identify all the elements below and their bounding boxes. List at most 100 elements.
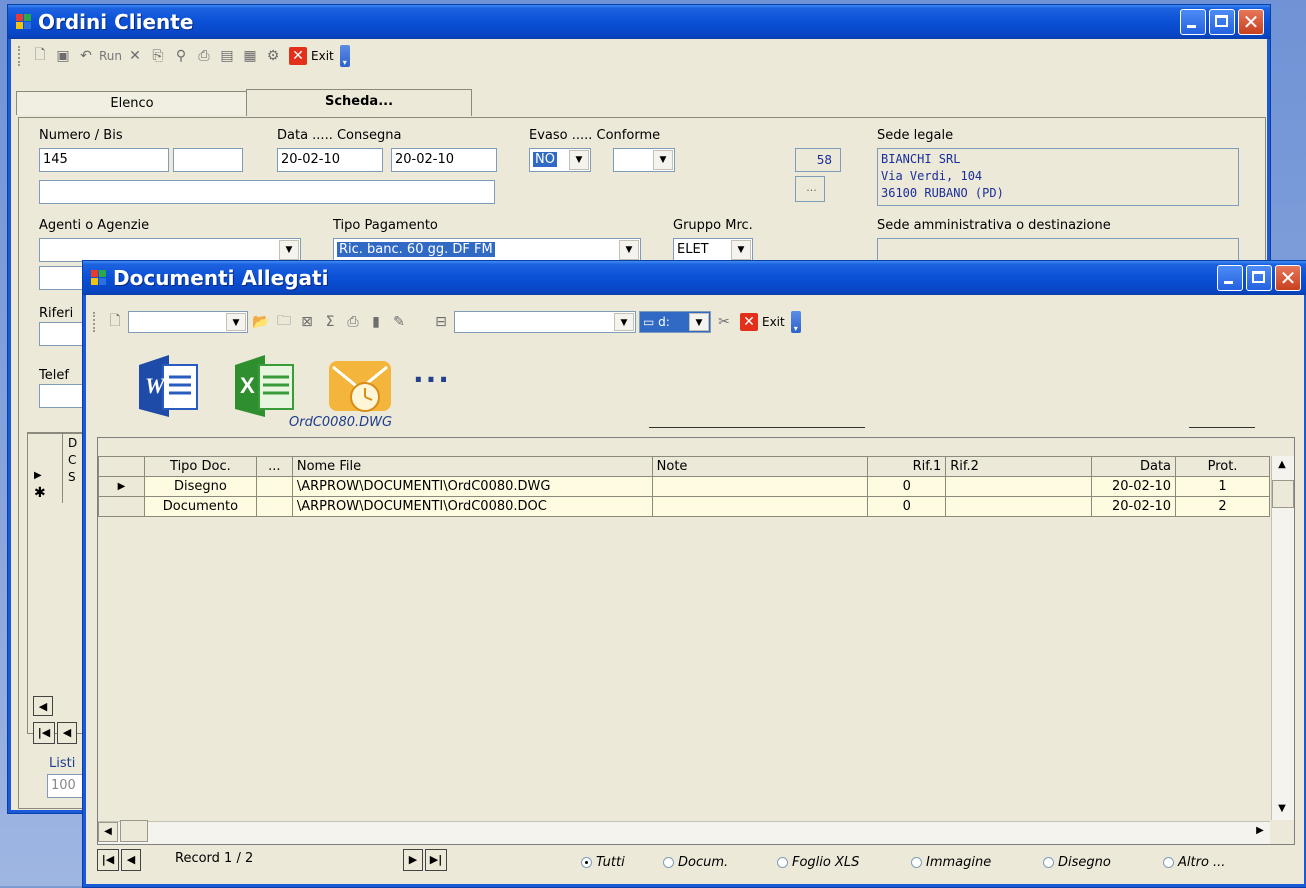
outlook-app-icon[interactable]	[325, 351, 399, 421]
delete-icon[interactable]: ✕	[125, 46, 145, 66]
scroll-right-icon[interactable]: ▶	[1250, 822, 1270, 842]
undo-icon[interactable]: ↶	[76, 46, 96, 66]
filter-docum[interactable]: Docum.	[663, 855, 728, 870]
toolbar-grip[interactable]	[93, 312, 98, 332]
wand-icon[interactable]: ✎	[389, 312, 409, 332]
filter-icon[interactable]: ⊟	[431, 312, 451, 332]
filter-altro[interactable]: Altro ...	[1163, 855, 1225, 870]
cell-rif2[interactable]	[945, 476, 1093, 497]
exit-button[interactable]: ✕ Exit	[737, 313, 788, 331]
last-record-button[interactable]: ▶|	[425, 849, 447, 871]
scroll-thumb[interactable]	[1272, 480, 1294, 508]
cell-tipo[interactable]: Documento	[143, 496, 257, 517]
cell-extra[interactable]	[255, 496, 293, 517]
main-titlebar[interactable]: Ordini Cliente	[8, 5, 1270, 39]
column-header-rif1[interactable]: Rif.1	[867, 456, 947, 477]
side-prev-record-button[interactable]: ◀	[57, 722, 77, 744]
chevron-down-icon[interactable]: ▼	[226, 313, 246, 331]
chevron-down-icon[interactable]: ▼	[569, 150, 589, 170]
next-record-button[interactable]: ▶	[403, 849, 423, 871]
vertical-scrollbar[interactable]: ▲ ▼	[1271, 456, 1294, 820]
save-icon[interactable]: ▣	[53, 46, 73, 66]
filter-foglio-xls[interactable]: Foglio XLS	[777, 855, 859, 870]
path-select[interactable]: ▼	[454, 311, 636, 333]
column-header-tipo[interactable]: Tipo Doc.	[143, 456, 257, 477]
cell-data[interactable]: 20-02-10	[1091, 476, 1177, 497]
tab-elenco[interactable]: Elenco	[16, 91, 248, 115]
cell-prot[interactable]: 2	[1175, 496, 1270, 517]
row-selector[interactable]	[98, 496, 145, 517]
prev-record-button[interactable]: ◀	[121, 849, 141, 871]
column-header-prot[interactable]: Prot.	[1175, 456, 1270, 477]
side-grid-row[interactable]: D	[68, 435, 77, 452]
pagamento-select[interactable]: Ric. banc. 60 gg. DF FM ▼	[333, 238, 641, 262]
cell-note[interactable]	[651, 496, 869, 517]
tools-icon[interactable]: ✂	[714, 312, 734, 332]
cell-prot[interactable]: 1	[1175, 476, 1270, 497]
delete-file-icon[interactable]: ⊠	[297, 312, 317, 332]
chevron-down-icon[interactable]: ▼	[279, 240, 299, 260]
cell-nome-file[interactable]: \ARPROW\DOCUMENTI\OrdC0080.DWG	[291, 476, 653, 497]
scroll-down-icon[interactable]: ▼	[1272, 800, 1292, 820]
new-document-icon[interactable]: 🗋	[105, 312, 125, 332]
table-icon[interactable]: ▦	[240, 46, 260, 66]
cell-data[interactable]: 20-02-10	[1091, 496, 1177, 517]
exit-button[interactable]: ✕ Exit	[286, 47, 337, 65]
maximize-button[interactable]	[1209, 9, 1235, 35]
preview-icon[interactable]: ▤	[217, 46, 237, 66]
column-header-data[interactable]: Data	[1091, 456, 1177, 477]
agenti-select[interactable]: ▼	[39, 238, 301, 262]
drive-select[interactable]: ▭ d: ▼	[639, 311, 711, 333]
filter-immagine[interactable]: Immagine	[911, 855, 991, 870]
data-field[interactable]: 20-02-10	[277, 148, 383, 172]
filter-disegno[interactable]: Disegno	[1043, 855, 1111, 870]
cell-rif1[interactable]: 0	[867, 496, 947, 517]
chevron-down-icon[interactable]: ▼	[689, 313, 709, 331]
tab-scheda[interactable]: Scheda...	[246, 89, 472, 116]
numero-field[interactable]: 145	[39, 148, 169, 172]
chevron-down-icon[interactable]: ▼	[731, 240, 751, 260]
binoculars-icon[interactable]: ⚲	[171, 46, 191, 66]
word-app-icon[interactable]: W	[133, 351, 207, 421]
copy-icon[interactable]: ⎘	[148, 46, 168, 66]
close-button[interactable]: ✕	[1275, 265, 1301, 291]
new-document-icon[interactable]: 🗋	[30, 46, 50, 66]
cell-extra[interactable]	[255, 476, 293, 497]
column-header-extra[interactable]: ...	[255, 456, 293, 477]
open-folder-icon[interactable]: 📂	[251, 312, 271, 332]
hscroll-thumb[interactable]	[120, 820, 148, 842]
horizontal-scrollbar[interactable]: ◀ ▶	[98, 820, 1270, 844]
minimize-button[interactable]	[1180, 9, 1206, 35]
doc-type-select[interactable]: ▼	[128, 311, 248, 333]
print-icon[interactable]: ⎙	[343, 312, 363, 332]
excel-app-icon[interactable]: X	[229, 351, 303, 421]
column-header-note[interactable]: Note	[651, 456, 869, 477]
side-scroll-left[interactable]: ◀	[33, 696, 53, 716]
filter-tutti[interactable]: Tutti	[581, 855, 625, 870]
side-grid-row[interactable]: S	[68, 469, 76, 486]
first-record-button[interactable]: |◀	[97, 849, 119, 871]
print-icon[interactable]: ⎙	[194, 46, 214, 66]
table-row[interactable]: Documento \ARPROW\DOCUMENTI\OrdC0080.DOC…	[98, 496, 1270, 517]
chevron-down-icon[interactable]: ▼	[619, 240, 639, 260]
new-folder-icon[interactable]: 🗀	[274, 312, 294, 332]
side-first-record-button[interactable]: |◀	[33, 722, 55, 744]
consegna-field[interactable]: 20-02-10	[391, 148, 497, 172]
scroll-up-icon[interactable]: ▲	[1272, 456, 1292, 476]
chevron-down-icon[interactable]: ▼	[653, 150, 673, 170]
evaso-select[interactable]: NO ▼	[529, 148, 591, 172]
scroll-left-icon[interactable]: ◀	[98, 822, 118, 842]
run-button[interactable]: Run	[99, 49, 122, 63]
maximize-button[interactable]	[1246, 265, 1272, 291]
gruppo-select[interactable]: ELET ▼	[673, 238, 753, 262]
cell-tipo[interactable]: Disegno	[143, 476, 257, 497]
table-row[interactable]: ▶ Disegno \ARPROW\DOCUMENTI\OrdC0080.DWG…	[98, 476, 1270, 497]
conforme-select[interactable]: ▼	[613, 148, 675, 172]
cell-note[interactable]	[651, 476, 869, 497]
close-button[interactable]: ✕	[1238, 9, 1264, 35]
column-header-nome-file[interactable]: Nome File	[291, 456, 653, 477]
toolbar-grip[interactable]	[18, 46, 23, 66]
bis-field[interactable]	[173, 148, 243, 172]
toolbar-overflow-button[interactable]: ▾	[790, 311, 801, 333]
tools-icon[interactable]: ⚙	[263, 46, 283, 66]
